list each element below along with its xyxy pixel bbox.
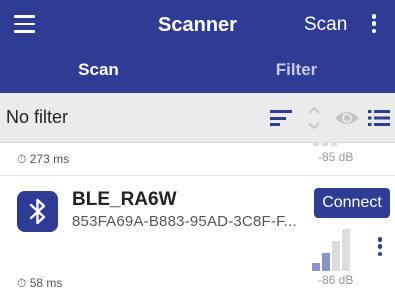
eye-icon[interactable] <box>334 108 360 128</box>
signal-strength-icon <box>312 225 360 271</box>
sort-icon[interactable] <box>270 110 292 126</box>
rssi-value: -85 dB <box>318 150 354 164</box>
page-title: Scanner <box>158 14 237 36</box>
tab-scan[interactable]: Scan <box>0 50 197 93</box>
list-icon[interactable] <box>368 109 390 127</box>
app-bar: Scanner Scan <box>0 0 395 50</box>
more-vert-icon[interactable] <box>366 14 382 36</box>
signal-strength-icon <box>313 142 353 148</box>
filter-status-label: No filter <box>6 107 69 127</box>
advertising-interval: 58 ms <box>29 276 63 290</box>
bluetooth-icon <box>17 191 58 232</box>
advertising-interval: 273 ms <box>29 152 70 166</box>
more-vert-icon[interactable] <box>372 237 388 261</box>
hamburger-menu-icon[interactable] <box>14 15 35 35</box>
device-list-item[interactable]: ⏱ 273 ms -85 dB <box>0 142 395 176</box>
device-address: 853FA69A-B883-95AD-3C8F-F... <box>72 213 297 230</box>
tab-filter[interactable]: Filter <box>198 50 395 93</box>
tab-bar: Scan Filter <box>0 50 395 143</box>
filter-bar: No filter <box>0 93 395 143</box>
rssi-value: -86 dB <box>318 273 354 287</box>
timer-icon: ⏱ <box>17 152 27 166</box>
unfold-icon[interactable] <box>307 103 321 133</box>
device-list-item[interactable]: BLE_RA6W 853FA69A-B883-95AD-3C8F-F... Co… <box>0 177 395 298</box>
timer-icon: ⏱ <box>17 276 27 290</box>
device-name: BLE_RA6W <box>72 189 177 210</box>
connect-button[interactable]: Connect <box>314 188 390 218</box>
scan-action-button[interactable]: Scan <box>304 14 347 36</box>
